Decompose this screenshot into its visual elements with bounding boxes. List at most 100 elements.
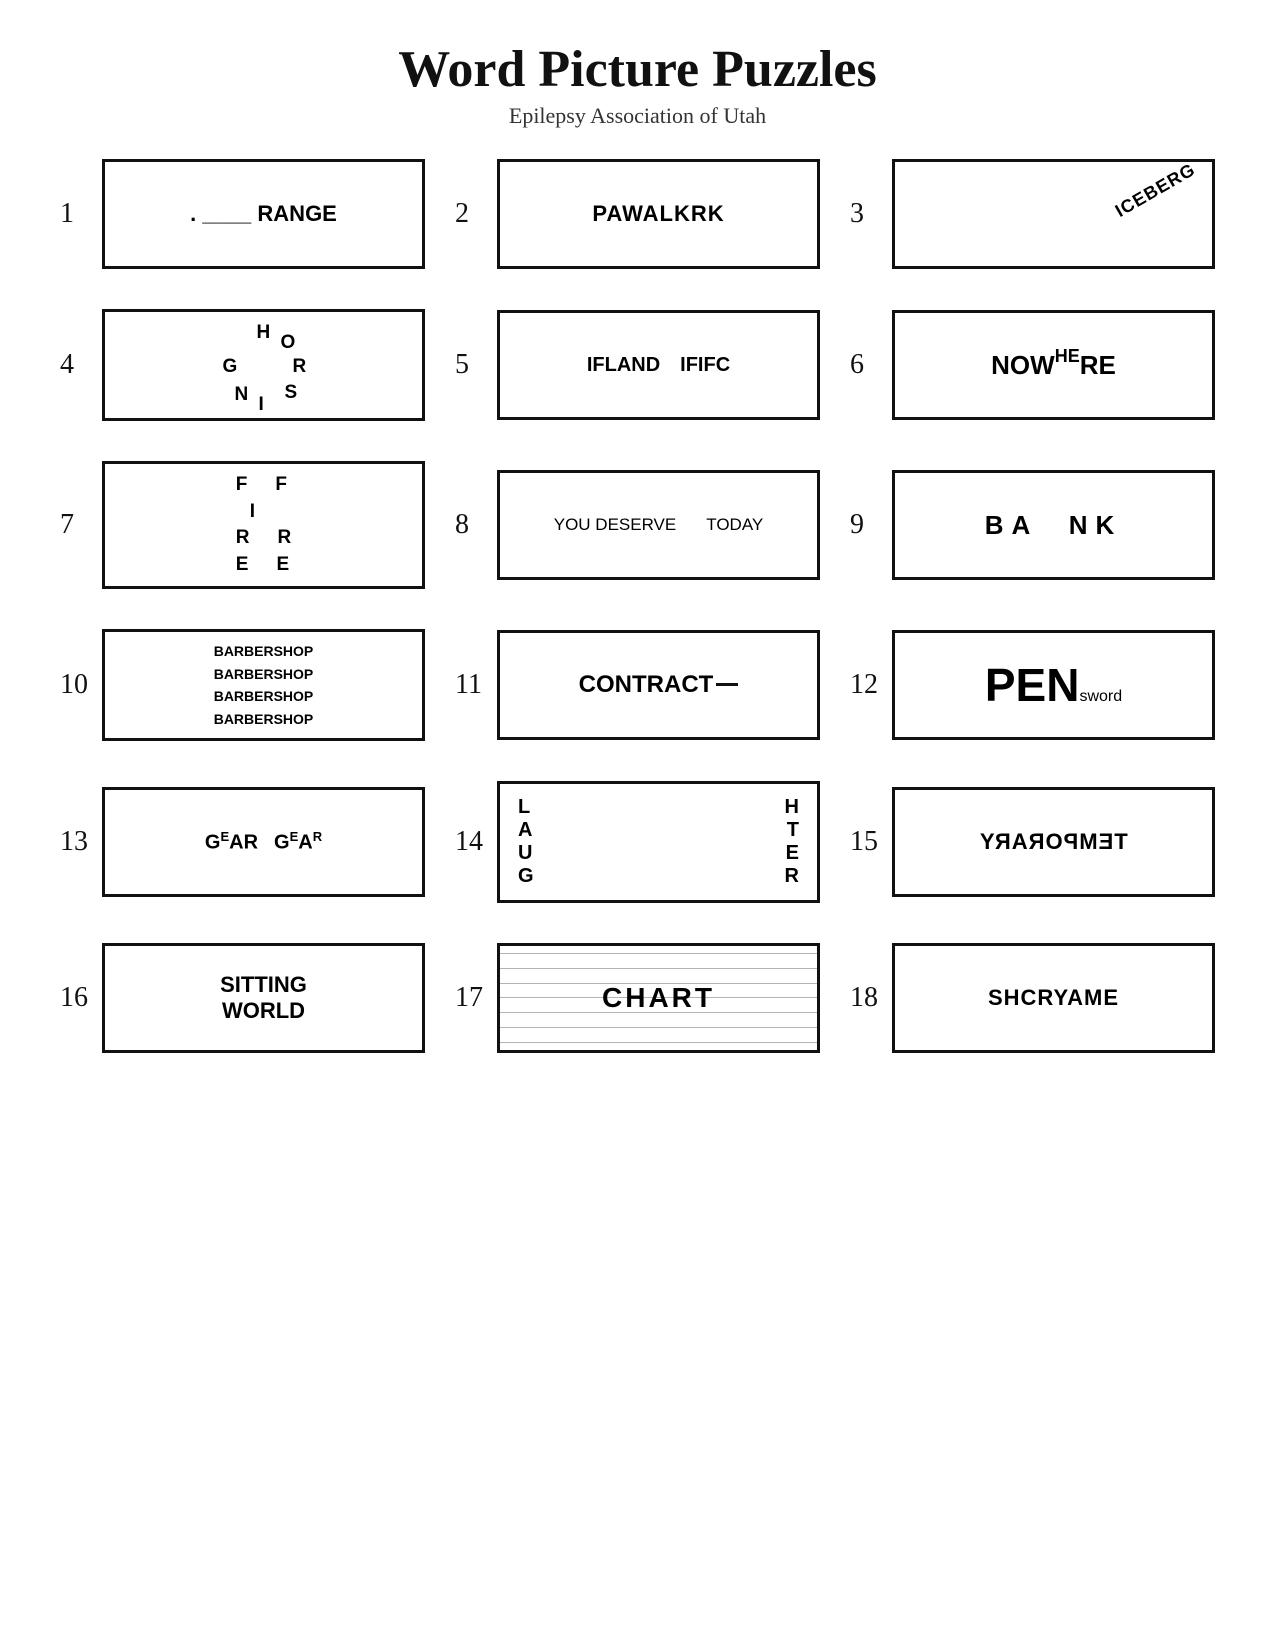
puzzle-9-content: BA NK [985,510,1123,541]
puzzle-box-12: PENsword [892,630,1215,740]
puzzle-cell-9: 9 BA NK [850,461,1215,589]
puzzle-number-7: 7 [60,509,88,541]
p14-g: G [518,865,534,888]
puzzle-12-content: PENsword [985,658,1122,712]
p14-r: R [785,865,799,888]
p7-r2: R [278,525,292,552]
puzzle-cell-17: 17 CHART [455,943,820,1053]
puzzle-box-7: F F I R R E E [102,461,425,589]
puzzle-box-2: PAWALKRK [497,159,820,269]
puzzle-cell-3: 3 ICEBERG [850,159,1215,269]
puzzle-13-content: GEAR GEAR [205,829,322,855]
puzzle-number-18: 18 [850,982,878,1014]
p4-i: I [259,394,264,416]
puzzle-box-17: CHART [497,943,820,1053]
p14-a: A [518,819,534,842]
puzzle-11-content: CONTRACT [579,671,739,699]
puzzle-cell-11: 11 CONTRACT [455,629,820,741]
puzzle-number-6: 6 [850,349,878,381]
p7-i: I [250,499,255,526]
p4-n: N [235,384,249,406]
page-title: Word Picture Puzzles [60,40,1215,99]
puzzle-cell-12: 12 PENsword [850,629,1215,741]
puzzle-cell-6: 6 NOWHERE [850,309,1215,421]
p14-u: U [518,842,534,865]
puzzle-number-1: 1 [60,198,88,230]
puzzle-18-content: SHCRYAME [988,985,1119,1011]
p4-g: G [223,356,238,378]
puzzle-number-3: 3 [850,198,878,230]
p7-row1: F F [236,472,291,499]
p7-e2: E [276,552,289,579]
puzzle-cell-14: 14 L A U G H T E R [455,781,820,903]
p4-r: R [293,356,307,378]
puzzle-number-12: 12 [850,669,878,701]
puzzle-17-content: CHART [602,982,715,1014]
puzzle-14-content: L A U G H T E R [508,792,809,892]
p14-right: H T E R [785,796,799,888]
puzzle-cell-7: 7 F F I R R E E [60,461,425,589]
puzzle-cell-18: 18 SHCRYAME [850,943,1215,1053]
puzzle-box-10: BARBERSHOPBARBERSHOPBARBERSHOPBARBERSHOP [102,629,425,741]
p11-contract: CONTRACT [579,671,714,699]
puzzle-number-13: 13 [60,826,88,858]
page-subtitle: Epilepsy Association of Utah [60,103,1215,129]
puzzle-box-15: TEMPORARY [892,787,1215,897]
puzzle-box-11: CONTRACT [497,630,820,740]
p6-now: NOW [991,350,1055,381]
p12-sword: sword [1079,688,1122,706]
p7-f2: F [275,472,287,499]
puzzle-cell-4: 4 H O R S I N G [60,309,425,421]
puzzle-box-8: YOU DESERVE TODAY [497,470,820,580]
p7-row3: R R [236,525,291,552]
puzzle-8-content: YOU DESERVE TODAY [554,515,764,535]
p14-left: L A U G [518,796,534,888]
p7-f1: F [236,472,248,499]
p4-o: O [281,332,296,354]
puzzle-3-content: ICEBERG [1112,159,1200,222]
p7-row2: I [250,499,291,526]
puzzle-10-content: BARBERSHOPBARBERSHOPBARBERSHOPBARBERSHOP [214,640,314,730]
puzzle-number-4: 4 [60,349,88,381]
puzzle-6-content: NOWHERE [991,350,1116,381]
puzzle-cell-10: 10 BARBERSHOPBARBERSHOPBARBERSHOPBARBERS… [60,629,425,741]
puzzle-number-10: 10 [60,669,88,701]
puzzle-number-16: 16 [60,982,88,1014]
p14-h: H [785,796,799,819]
puzzle-cell-5: 5 IFLAND IFIFC [455,309,820,421]
puzzle-1-dot: . ____ [190,201,257,226]
puzzle-2-content: PAWALKRK [592,201,724,227]
puzzle-cell-16: 16 SITTING WORLD [60,943,425,1053]
puzzle-box-18: SHCRYAME [892,943,1215,1053]
puzzle-number-14: 14 [455,826,483,858]
puzzle-box-3: ICEBERG [892,159,1215,269]
puzzle-1-content: . ____ RANGE [190,201,337,227]
puzzle-number-2: 2 [455,198,483,230]
p14-t: T [787,819,799,842]
p7-r1: R [236,525,250,552]
puzzle-box-13: GEAR GEAR [102,787,425,897]
puzzle-number-8: 8 [455,509,483,541]
puzzle-box-6: NOWHERE [892,310,1215,420]
puzzle-15-content: TEMPORARY [979,829,1128,855]
puzzle-5-content: IFLAND IFIFC [587,354,730,377]
p11-bar [716,683,738,686]
p16-sitting: SITTING [220,972,307,998]
p7-row4: E E [236,552,291,579]
puzzles-grid: 1 . ____ RANGE 2 PAWALKRK 3 ICEBERG 4 H … [60,159,1215,1053]
p13-gear1: GEAR [205,829,258,855]
puzzle-cell-8: 8 YOU DESERVE TODAY [455,461,820,589]
p4-s: S [285,382,298,404]
puzzle-cell-2: 2 PAWALKRK [455,159,820,269]
puzzle-box-16: SITTING WORLD [102,943,425,1053]
puzzle-4-circle: H O R S I N G [219,320,309,410]
puzzle-box-9: BA NK [892,470,1215,580]
puzzle-number-5: 5 [455,349,483,381]
p5-ifland: IFLAND [587,354,660,377]
p16-world: WORLD [220,998,307,1024]
puzzle-number-15: 15 [850,826,878,858]
p4-h: H [257,322,271,344]
p8-today: TODAY [706,515,763,535]
puzzle-box-14: L A U G H T E R [497,781,820,903]
puzzle-box-5: IFLAND IFIFC [497,310,820,420]
